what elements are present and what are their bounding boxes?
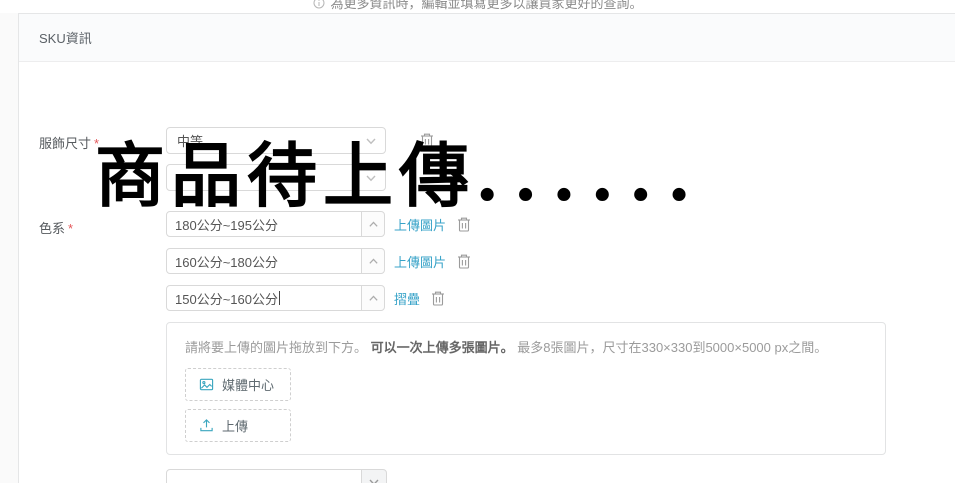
- section-title: SKU資訊: [39, 31, 92, 46]
- color-label-text: 色系: [39, 221, 66, 236]
- extra-variant-dropdown-button[interactable]: [361, 469, 387, 483]
- chevron-down-icon: [366, 175, 376, 181]
- upload-icon: [200, 419, 213, 432]
- size-select-value: 中等: [177, 134, 204, 149]
- color-delete-button[interactable]: [456, 253, 472, 270]
- top-notice-bar: 為更多資訊時，編輯並填寫更多以讓買家更好的查詢。: [0, 0, 955, 13]
- color-value-2: 160公分~180公分: [175, 254, 278, 270]
- chevron-down-icon: [366, 138, 376, 144]
- extra-variant-select[interactable]: [166, 469, 387, 483]
- upload-image-link[interactable]: 上傳圖片: [394, 252, 446, 271]
- media-center-label: 媒體中心: [222, 378, 275, 393]
- size-label-text: 服飾尺寸: [39, 136, 92, 151]
- size-field-label: 服飾尺寸 *: [39, 133, 99, 152]
- image-upload-dropzone[interactable]: 請將要上傳的圖片拖放到下方。 可以一次上傳多張圖片。 最多8張圖片，尺寸在330…: [166, 322, 886, 455]
- color-row: 150公分~160公分 摺疊: [166, 285, 446, 311]
- color-input-2[interactable]: 160公分~180公分: [166, 248, 362, 274]
- upload-image-link[interactable]: 上傳圖片: [394, 215, 446, 234]
- collapse-link[interactable]: 摺疊: [394, 289, 420, 308]
- upload-hint-bold: 可以一次上傳多張圖片。: [370, 340, 514, 355]
- size-delete-button[interactable]: [419, 132, 435, 149]
- info-circle-icon: [312, 0, 324, 8]
- color-input-1[interactable]: 180公分~195公分: [166, 211, 362, 237]
- chevron-down-icon: [369, 479, 379, 483]
- text-cursor: [278, 291, 280, 305]
- size-select[interactable]: 中等: [166, 127, 386, 154]
- upload-button[interactable]: 上傳: [185, 409, 291, 442]
- media-center-button[interactable]: 媒體中心: [185, 368, 291, 401]
- color-value-3: 150公分~160公分: [175, 291, 278, 307]
- upload-hint: 請將要上傳的圖片拖放到下方。 可以一次上傳多張圖片。 最多8張圖片，尺寸在330…: [185, 337, 867, 356]
- notice-text: 為更多資訊時，編輯並填寫更多以讓買家更好的查詢。: [330, 0, 643, 11]
- upload-hint-prefix: 請將要上傳的圖片拖放到下方。: [185, 340, 371, 355]
- sku-section-card: SKU資訊 服飾尺寸 * 中等 色系 * 180公分~195公分 上傳圖片 16…: [18, 13, 955, 483]
- required-mark: *: [68, 221, 74, 236]
- color-delete-button[interactable]: [456, 216, 472, 233]
- size-secondary-select[interactable]: [166, 164, 386, 191]
- color-row: 180公分~195公分 上傳圖片: [166, 211, 472, 237]
- collapse-toggle-button[interactable]: [361, 285, 385, 311]
- required-mark: *: [94, 136, 100, 151]
- color-delete-button[interactable]: [430, 290, 446, 307]
- collapse-toggle-button[interactable]: [361, 248, 385, 274]
- chevron-up-icon: [368, 221, 378, 227]
- chevron-up-icon: [368, 295, 378, 301]
- collapse-toggle-button[interactable]: [361, 211, 385, 237]
- extra-variant-input[interactable]: [166, 469, 362, 483]
- upload-button-label: 上傳: [222, 419, 249, 434]
- color-value-1: 180公分~195公分: [175, 217, 278, 233]
- picture-icon: [199, 378, 214, 391]
- upload-hint-suffix: 最多8張圖片，尺寸在330×330到5000×5000 px之間。: [513, 340, 828, 355]
- chevron-up-icon: [368, 258, 378, 264]
- color-field-label: 色系 *: [39, 218, 73, 237]
- color-input-3[interactable]: 150公分~160公分: [166, 285, 362, 311]
- sku-section-header: SKU資訊: [19, 14, 955, 62]
- color-row: 160公分~180公分 上傳圖片: [166, 248, 472, 274]
